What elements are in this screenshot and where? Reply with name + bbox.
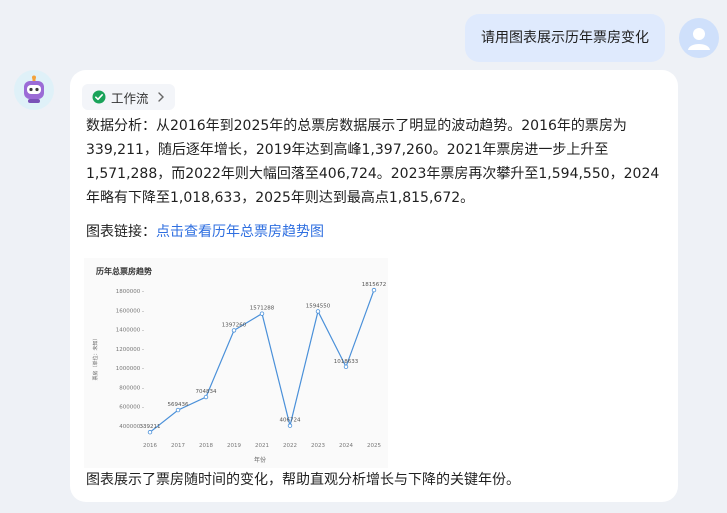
user-message-bubble: 请用图表展示历年票房变化 (465, 14, 665, 62)
data-label: 406724 (280, 418, 301, 424)
data-point (175, 407, 181, 413)
data-label: 704834 (196, 389, 217, 395)
y-tick-label: 1400000 - (116, 328, 144, 334)
x-tick-label: 2018 (199, 443, 213, 449)
chart-link-line: 图表链接：点击查看历年总票房趋势图 (86, 220, 324, 244)
data-point (231, 328, 237, 333)
y-tick-label: 1800000 - (116, 289, 144, 295)
data-point (287, 423, 293, 428)
x-tick-label: 2023 (311, 443, 325, 449)
data-point (371, 287, 377, 293)
y-axis-label: 票房（单位：未知） (92, 335, 99, 380)
workflow-chip-label: 工作流 (111, 90, 149, 106)
x-tick-label: 2016 (143, 443, 157, 449)
y-tick-label: 1600000 - (116, 308, 144, 314)
data-point (147, 430, 153, 435)
data-label: 1397260 (222, 322, 247, 328)
data-point (343, 364, 349, 370)
y-tick-label: 1200000 - (116, 347, 144, 353)
data-point (315, 309, 321, 314)
x-axis-label: 年份 (254, 456, 266, 464)
x-tick-label: 2019 (227, 443, 241, 449)
y-tick-label: 1000000 - (116, 366, 144, 372)
data-label: 1815672 (362, 282, 387, 288)
user-avatar[interactable] (679, 18, 719, 58)
user-message-row: 请用图表展示历年票房变化 (465, 14, 719, 62)
x-tick-label: 2021 (255, 443, 269, 449)
assistant-message-card: 工作流 数据分析：从2016年到2025年的总票房数据展示了明显的波动趋势。20… (70, 70, 678, 502)
data-label: 1018633 (334, 359, 359, 365)
chart-link-prefix: 图表链接： (86, 224, 156, 240)
analysis-paragraph: 数据分析：从2016年到2025年的总票房数据展示了明显的波动趋势。2016年的… (86, 118, 660, 206)
chart-image[interactable]: 历年总票房趋势 400000 -600000 -800000 -1000000 … (84, 258, 388, 468)
conclusion-text: 图表展示了票房随时间的变化，帮助直观分析增长与下降的关键年份。 (86, 472, 520, 488)
data-label: 1594550 (306, 303, 331, 309)
y-tick-label: 800000 - (119, 385, 144, 391)
robot-icon (24, 75, 44, 103)
data-label: 1571288 (250, 306, 275, 312)
chart-link[interactable]: 点击查看历年总票房趋势图 (156, 224, 324, 240)
user-avatar-icon (688, 28, 710, 50)
x-tick-label: 2017 (171, 443, 185, 449)
chart-title: 历年总票房趋势 (96, 266, 152, 276)
y-tick-label: 600000 - (119, 405, 144, 411)
x-tick-label: 2024 (339, 443, 353, 449)
check-circle-icon (92, 90, 106, 104)
line-chart: 历年总票房趋势 400000 -600000 -800000 -1000000 … (92, 266, 387, 464)
data-label: 569436 (168, 402, 189, 408)
chevron-right-icon (157, 92, 164, 102)
x-tick-label: 2022 (283, 443, 297, 449)
bot-avatar (14, 70, 54, 110)
data-point (203, 394, 209, 400)
x-tick-label: 2025 (367, 443, 381, 449)
data-label: 339211 (140, 424, 161, 430)
workflow-chip[interactable]: 工作流 (82, 84, 175, 110)
data-point (259, 311, 265, 316)
